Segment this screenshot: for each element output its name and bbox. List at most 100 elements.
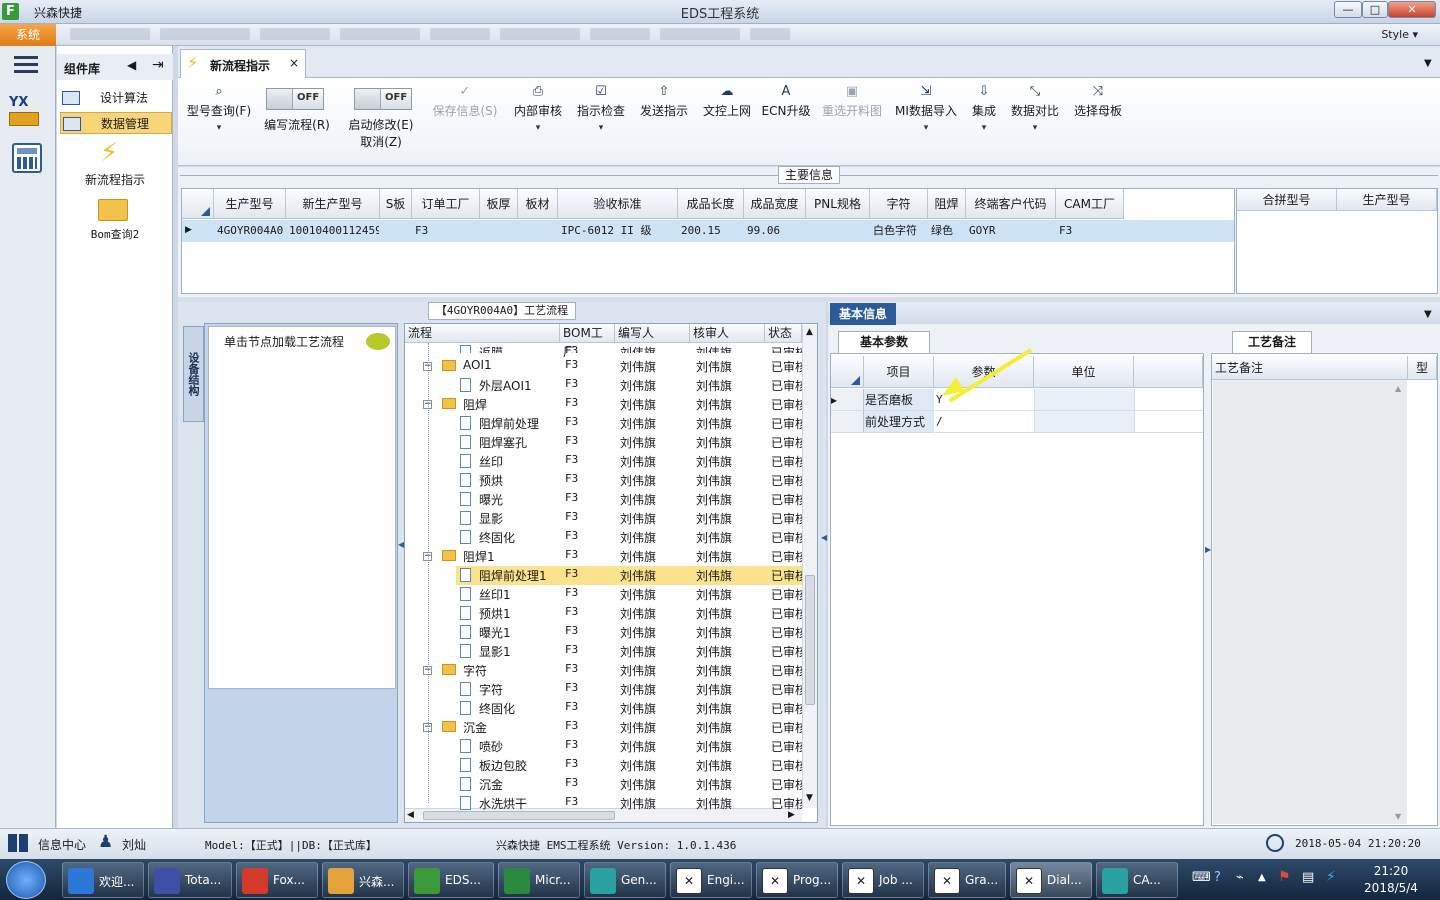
tab-list-dropdown-icon[interactable]: ▼ bbox=[1424, 58, 1432, 69]
tray-app-icon[interactable]: ⚡ bbox=[1326, 869, 1336, 885]
taskbar-app-button[interactable]: EDS... bbox=[408, 862, 494, 898]
tree-row[interactable]: 曝光1 F3 刘伟旗 刘伟旗 已审核 bbox=[405, 623, 802, 642]
chevron-up-icon[interactable]: ▲ bbox=[1258, 872, 1266, 883]
column-header[interactable]: 字符 bbox=[870, 189, 928, 219]
table-cell[interactable]: GOYR bbox=[969, 220, 1055, 242]
column-header[interactable]: 成品长度 bbox=[678, 189, 744, 219]
column-header[interactable]: 阻焊 bbox=[928, 189, 966, 219]
select-mother-board-button[interactable]: ⤨ 选择母板 bbox=[1070, 84, 1126, 119]
battery-icon[interactable]: ⌁ bbox=[1236, 870, 1244, 885]
tree-row[interactable]: 丝印 F3 刘伟旗 刘伟旗 已审核 bbox=[405, 452, 802, 471]
start-modify-toggle[interactable]: OFF bbox=[354, 88, 412, 110]
column-header[interactable]: 流程 bbox=[405, 324, 560, 343]
blurred-menu-item[interactable] bbox=[260, 28, 330, 40]
taskbar-app-button[interactable]: ✕ Job ... bbox=[842, 862, 924, 898]
send-instruction-button[interactable]: ⇧ 发送指示 bbox=[636, 84, 692, 119]
tab-process-notes[interactable]: 工艺备注 bbox=[1232, 331, 1312, 353]
system-menu[interactable]: 系统 bbox=[0, 24, 56, 46]
keyboard-icon[interactable]: ⌨ bbox=[1192, 870, 1211, 885]
tree-row[interactable]: 丝印1 F3 刘伟旗 刘伟旗 已审核 bbox=[405, 585, 802, 604]
help-icon[interactable]: ? bbox=[1214, 870, 1221, 885]
side-tab-equipment-structure[interactable]: 设备结构 bbox=[183, 326, 204, 422]
table-cell[interactable]: F3 bbox=[415, 220, 479, 242]
column-header[interactable]: 生产型号 bbox=[1337, 189, 1437, 211]
blurred-menu-item[interactable] bbox=[660, 28, 740, 40]
table-cell[interactable] bbox=[383, 220, 411, 242]
table-cell[interactable]: IPC-6012 II 级 bbox=[561, 220, 677, 242]
taskbar-app-button[interactable]: CA... bbox=[1096, 862, 1178, 898]
calculator-icon[interactable] bbox=[12, 143, 42, 173]
blurred-menu-item[interactable] bbox=[430, 28, 490, 40]
info-center-link[interactable]: 信息中心 bbox=[38, 836, 86, 853]
lightning-icon[interactable]: ⚡ bbox=[100, 138, 128, 168]
splitter-arrow-icon[interactable]: ◀ bbox=[821, 533, 827, 542]
model-query-button[interactable]: ⌕ 型号查询(F) ▾ bbox=[182, 84, 256, 133]
table-cell[interactable]: 4GOYR004A0 bbox=[217, 220, 285, 242]
taskbar-app-button[interactable]: ✕ Gra... bbox=[928, 862, 1006, 898]
tree-row[interactable]: − AOI1 F3 刘伟旗 刘伟旗 已审核 bbox=[405, 357, 802, 376]
taskbar-app-button[interactable]: 欢迎... bbox=[62, 862, 144, 898]
hamburger-menu-icon[interactable] bbox=[14, 56, 38, 76]
yx-factory-icon[interactable]: YX bbox=[9, 95, 43, 129]
row-indicator[interactable]: ▸ bbox=[831, 389, 864, 411]
tab-new-process[interactable]: ⚡ 新流程指示 × bbox=[180, 49, 306, 78]
mi-import-button[interactable]: ⇲ MI数据导入 ▾ bbox=[892, 84, 960, 133]
integrate-button[interactable]: ⇩ 集成 ▾ bbox=[966, 84, 1002, 133]
maximize-button[interactable]: □ bbox=[1362, 1, 1388, 18]
column-header[interactable]: 订单工厂 bbox=[412, 189, 480, 219]
table-cell[interactable]: 绿色 bbox=[931, 220, 965, 242]
param-value-cell[interactable]: Y bbox=[935, 389, 1034, 411]
column-header[interactable]: 编写人 bbox=[615, 324, 690, 343]
tab-basic-params[interactable]: 基本参数 bbox=[838, 331, 930, 353]
tree-row[interactable]: 阻焊前处理1 F3 刘伟旗 刘伟旗 已审核 bbox=[456, 566, 802, 585]
style-menu[interactable]: Style ▾ bbox=[1381, 28, 1418, 41]
taskbar-app-button[interactable]: ✕ Prog... bbox=[756, 862, 838, 898]
table-cell[interactable]: 99.06 bbox=[747, 220, 805, 242]
tree-row[interactable]: 预烘 F3 刘伟旗 刘伟旗 已审核 bbox=[405, 471, 802, 490]
column-header[interactable]: 单位 bbox=[1034, 356, 1134, 388]
table-cell[interactable] bbox=[809, 220, 869, 242]
cancel-label[interactable]: 取消(Z) bbox=[342, 133, 420, 150]
scroll-down-icon[interactable]: ▼ bbox=[1395, 812, 1401, 821]
tree-row[interactable]: 终固化 F3 刘伟旗 刘伟旗 已审核 bbox=[405, 699, 802, 718]
column-header[interactable]: 合拼型号 bbox=[1237, 189, 1337, 211]
data-compare-button[interactable]: ⤡ 数据对比 ▾ bbox=[1008, 84, 1062, 133]
column-header[interactable]: 核审人 bbox=[690, 324, 765, 343]
tree-row[interactable]: 外层AOI1 F3 刘伟旗 刘伟旗 已审核 bbox=[405, 376, 802, 395]
close-button[interactable]: ✕ bbox=[1388, 1, 1436, 18]
tab-basic-info[interactable]: 基本信息 bbox=[830, 303, 896, 325]
tree-vertical-scrollbar[interactable]: ▲ ▼ bbox=[802, 325, 817, 808]
column-header[interactable]: 板材 bbox=[518, 189, 558, 219]
ecn-upgrade-button[interactable]: A ECN升级 bbox=[760, 84, 812, 119]
column-header[interactable]: 项目 bbox=[864, 356, 934, 388]
tree-row[interactable]: 曝光 F3 刘伟旗 刘伟旗 已审核 bbox=[405, 490, 802, 509]
taskbar-clock[interactable]: 21:20 2018/5/4 bbox=[1348, 863, 1434, 897]
internal-review-button[interactable]: ⎙ 内部审核 ▾ bbox=[510, 84, 566, 133]
table-cell[interactable]: 10010400112459 bbox=[289, 220, 379, 242]
scroll-up-icon[interactable]: ▲ bbox=[806, 327, 813, 337]
edit-flow-toggle[interactable]: OFF bbox=[266, 88, 324, 110]
load-process-box[interactable] bbox=[208, 326, 396, 689]
table-cell[interactable] bbox=[483, 220, 517, 242]
taskbar-app-button[interactable]: Micr... bbox=[498, 862, 580, 898]
tree-row[interactable]: 显影1 F3 刘伟旗 刘伟旗 已审核 bbox=[405, 642, 802, 661]
tree-row[interactable]: 阻焊前处理 F3 刘伟旗 刘伟旗 已审核 bbox=[405, 414, 802, 433]
table-cell[interactable] bbox=[521, 220, 557, 242]
column-header[interactable]: 工艺备注 bbox=[1212, 356, 1408, 380]
start-button[interactable] bbox=[6, 861, 46, 899]
network-icon[interactable]: ▤ bbox=[1302, 870, 1314, 885]
param-unit-cell[interactable] bbox=[1034, 411, 1134, 433]
tree-row[interactable]: − 沉金 F3 刘伟旗 刘伟旗 已审核 bbox=[405, 718, 802, 737]
taskbar-app-button[interactable]: Tota... bbox=[148, 862, 232, 898]
tree-row[interactable]: 预烘1 F3 刘伟旗 刘伟旗 已审核 bbox=[405, 604, 802, 623]
column-header[interactable]: 状态 bbox=[765, 324, 802, 343]
blurred-menu-item[interactable] bbox=[590, 28, 650, 40]
component-item-design[interactable]: 设计算法 bbox=[60, 87, 172, 109]
tree-row[interactable]: − 阻焊1 F3 刘伟旗 刘伟旗 已审核 bbox=[405, 547, 802, 566]
doc-upload-button[interactable]: ☁ 文控上网 bbox=[700, 84, 754, 119]
app-tray-icon[interactable]: ⚑ bbox=[1278, 869, 1291, 885]
component-item-data-management[interactable]: 数据管理 bbox=[60, 112, 172, 134]
table-cell[interactable]: 白色字符 bbox=[873, 220, 927, 242]
taskbar-app-button[interactable]: Fox... bbox=[236, 862, 318, 898]
save-info-button[interactable]: ✓ 保存信息(S) bbox=[428, 84, 502, 119]
